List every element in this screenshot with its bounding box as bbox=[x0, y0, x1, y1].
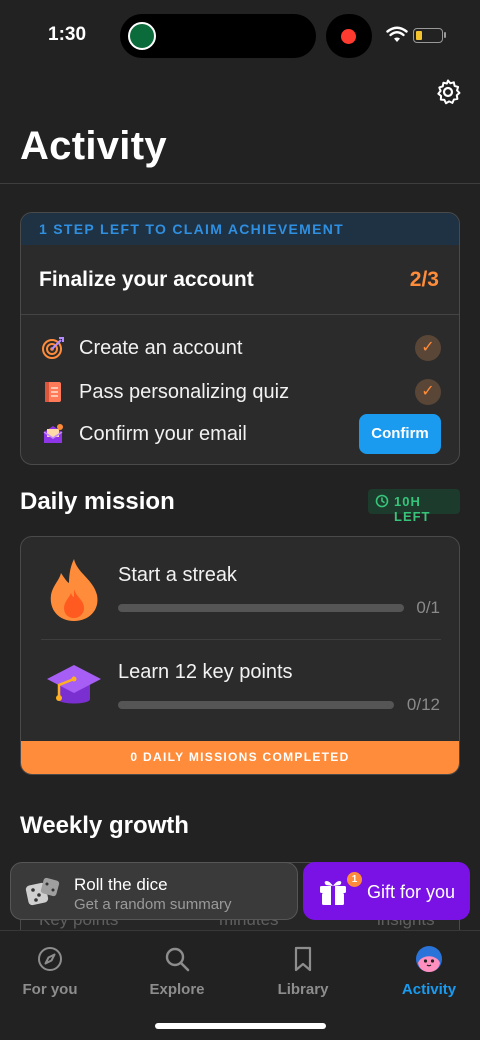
search-icon bbox=[165, 947, 190, 972]
dice-icon bbox=[25, 877, 60, 906]
achievement-card: 1 STEP LEFT TO CLAIM ACHIEVEMENT Finaliz… bbox=[20, 212, 460, 465]
gift-notification-badge: 1 bbox=[347, 872, 362, 887]
mission-label: Start a streak bbox=[118, 564, 237, 586]
task-confirm-email: Confirm your email Confirm bbox=[21, 414, 459, 454]
task-personalizing-quiz: Pass personalizing quiz ✓ bbox=[21, 372, 459, 412]
task-label: Pass personalizing quiz bbox=[79, 381, 290, 403]
dice-subtitle: Get a random summary bbox=[74, 896, 232, 913]
flame-icon bbox=[50, 559, 98, 621]
weekly-growth-title: Weekly growth bbox=[20, 812, 189, 839]
tab-label: Explore bbox=[149, 981, 205, 998]
gift-for-you-button[interactable]: 1 Gift for you bbox=[303, 862, 470, 920]
gift-icon bbox=[320, 880, 346, 905]
dice-title: Roll the dice bbox=[74, 875, 168, 894]
home-indicator bbox=[155, 1023, 326, 1029]
task-label: Create an account bbox=[79, 337, 243, 359]
achievement-progress: 2/3 bbox=[409, 268, 439, 291]
time-left-badge: 10H LEFT bbox=[368, 489, 460, 524]
time-left-text: 10H LEFT bbox=[394, 494, 431, 524]
checkmark-icon: ✓ bbox=[415, 379, 441, 405]
tab-label: For you bbox=[22, 981, 78, 998]
roll-the-dice-button[interactable]: Roll the dice Get a random summary bbox=[10, 862, 298, 920]
tab-activity[interactable]: Activity bbox=[379, 941, 479, 1001]
status-time: 1:30 bbox=[48, 24, 87, 45]
achievement-divider bbox=[21, 314, 459, 315]
app-logo-icon bbox=[128, 22, 156, 50]
mission-label: Learn 12 key points bbox=[118, 661, 293, 683]
settings-gear-icon[interactable] bbox=[434, 78, 462, 106]
target-icon bbox=[42, 337, 64, 359]
compass-icon bbox=[38, 947, 62, 971]
gift-label: Gift for you bbox=[367, 882, 456, 902]
clock-icon bbox=[375, 494, 389, 508]
battery-level bbox=[416, 31, 422, 40]
battery-tip bbox=[444, 32, 446, 38]
graduation-cap-icon bbox=[47, 665, 101, 704]
notebook-icon bbox=[45, 382, 61, 402]
task-create-account: Create an account ✓ bbox=[21, 328, 459, 368]
tab-label: Library bbox=[277, 981, 329, 998]
tab-label: Activity bbox=[401, 981, 457, 998]
tab-for-you[interactable]: For you bbox=[0, 941, 100, 1001]
confirm-email-button[interactable]: Confirm bbox=[359, 414, 441, 454]
tab-explore[interactable]: Explore bbox=[127, 941, 227, 1001]
daily-mission-title: Daily mission bbox=[20, 488, 175, 515]
wifi-icon bbox=[386, 26, 408, 42]
header-divider bbox=[0, 183, 480, 184]
mission-count: 0/1 bbox=[416, 598, 440, 617]
mission-progress-bar bbox=[118, 604, 404, 612]
checkmark-icon: ✓ bbox=[415, 335, 441, 361]
bookmark-icon bbox=[294, 946, 312, 972]
mailbox-icon bbox=[43, 424, 63, 443]
page-title: Activity bbox=[20, 124, 167, 168]
mission-learn-key-points[interactable]: Learn 12 key points 0/12 bbox=[21, 641, 459, 741]
achievement-banner: 1 STEP LEFT TO CLAIM ACHIEVEMENT bbox=[21, 213, 459, 245]
daily-mission-card: Start a streak 0/1 Learn 12 key points 0… bbox=[20, 536, 460, 775]
daily-missions-footer: 0 DAILY MISSIONS COMPLETED bbox=[21, 741, 459, 774]
mission-progress-bar bbox=[118, 701, 394, 709]
task-label: Confirm your email bbox=[79, 423, 247, 445]
mission-count: 0/12 bbox=[406, 695, 440, 714]
mission-start-streak[interactable]: Start a streak 0/1 bbox=[21, 537, 459, 637]
achievement-title: Finalize your account bbox=[39, 268, 254, 291]
mission-divider bbox=[41, 639, 441, 640]
avatar-icon bbox=[416, 946, 442, 972]
recording-dot-icon bbox=[341, 29, 356, 44]
tab-library[interactable]: Library bbox=[253, 941, 353, 1001]
